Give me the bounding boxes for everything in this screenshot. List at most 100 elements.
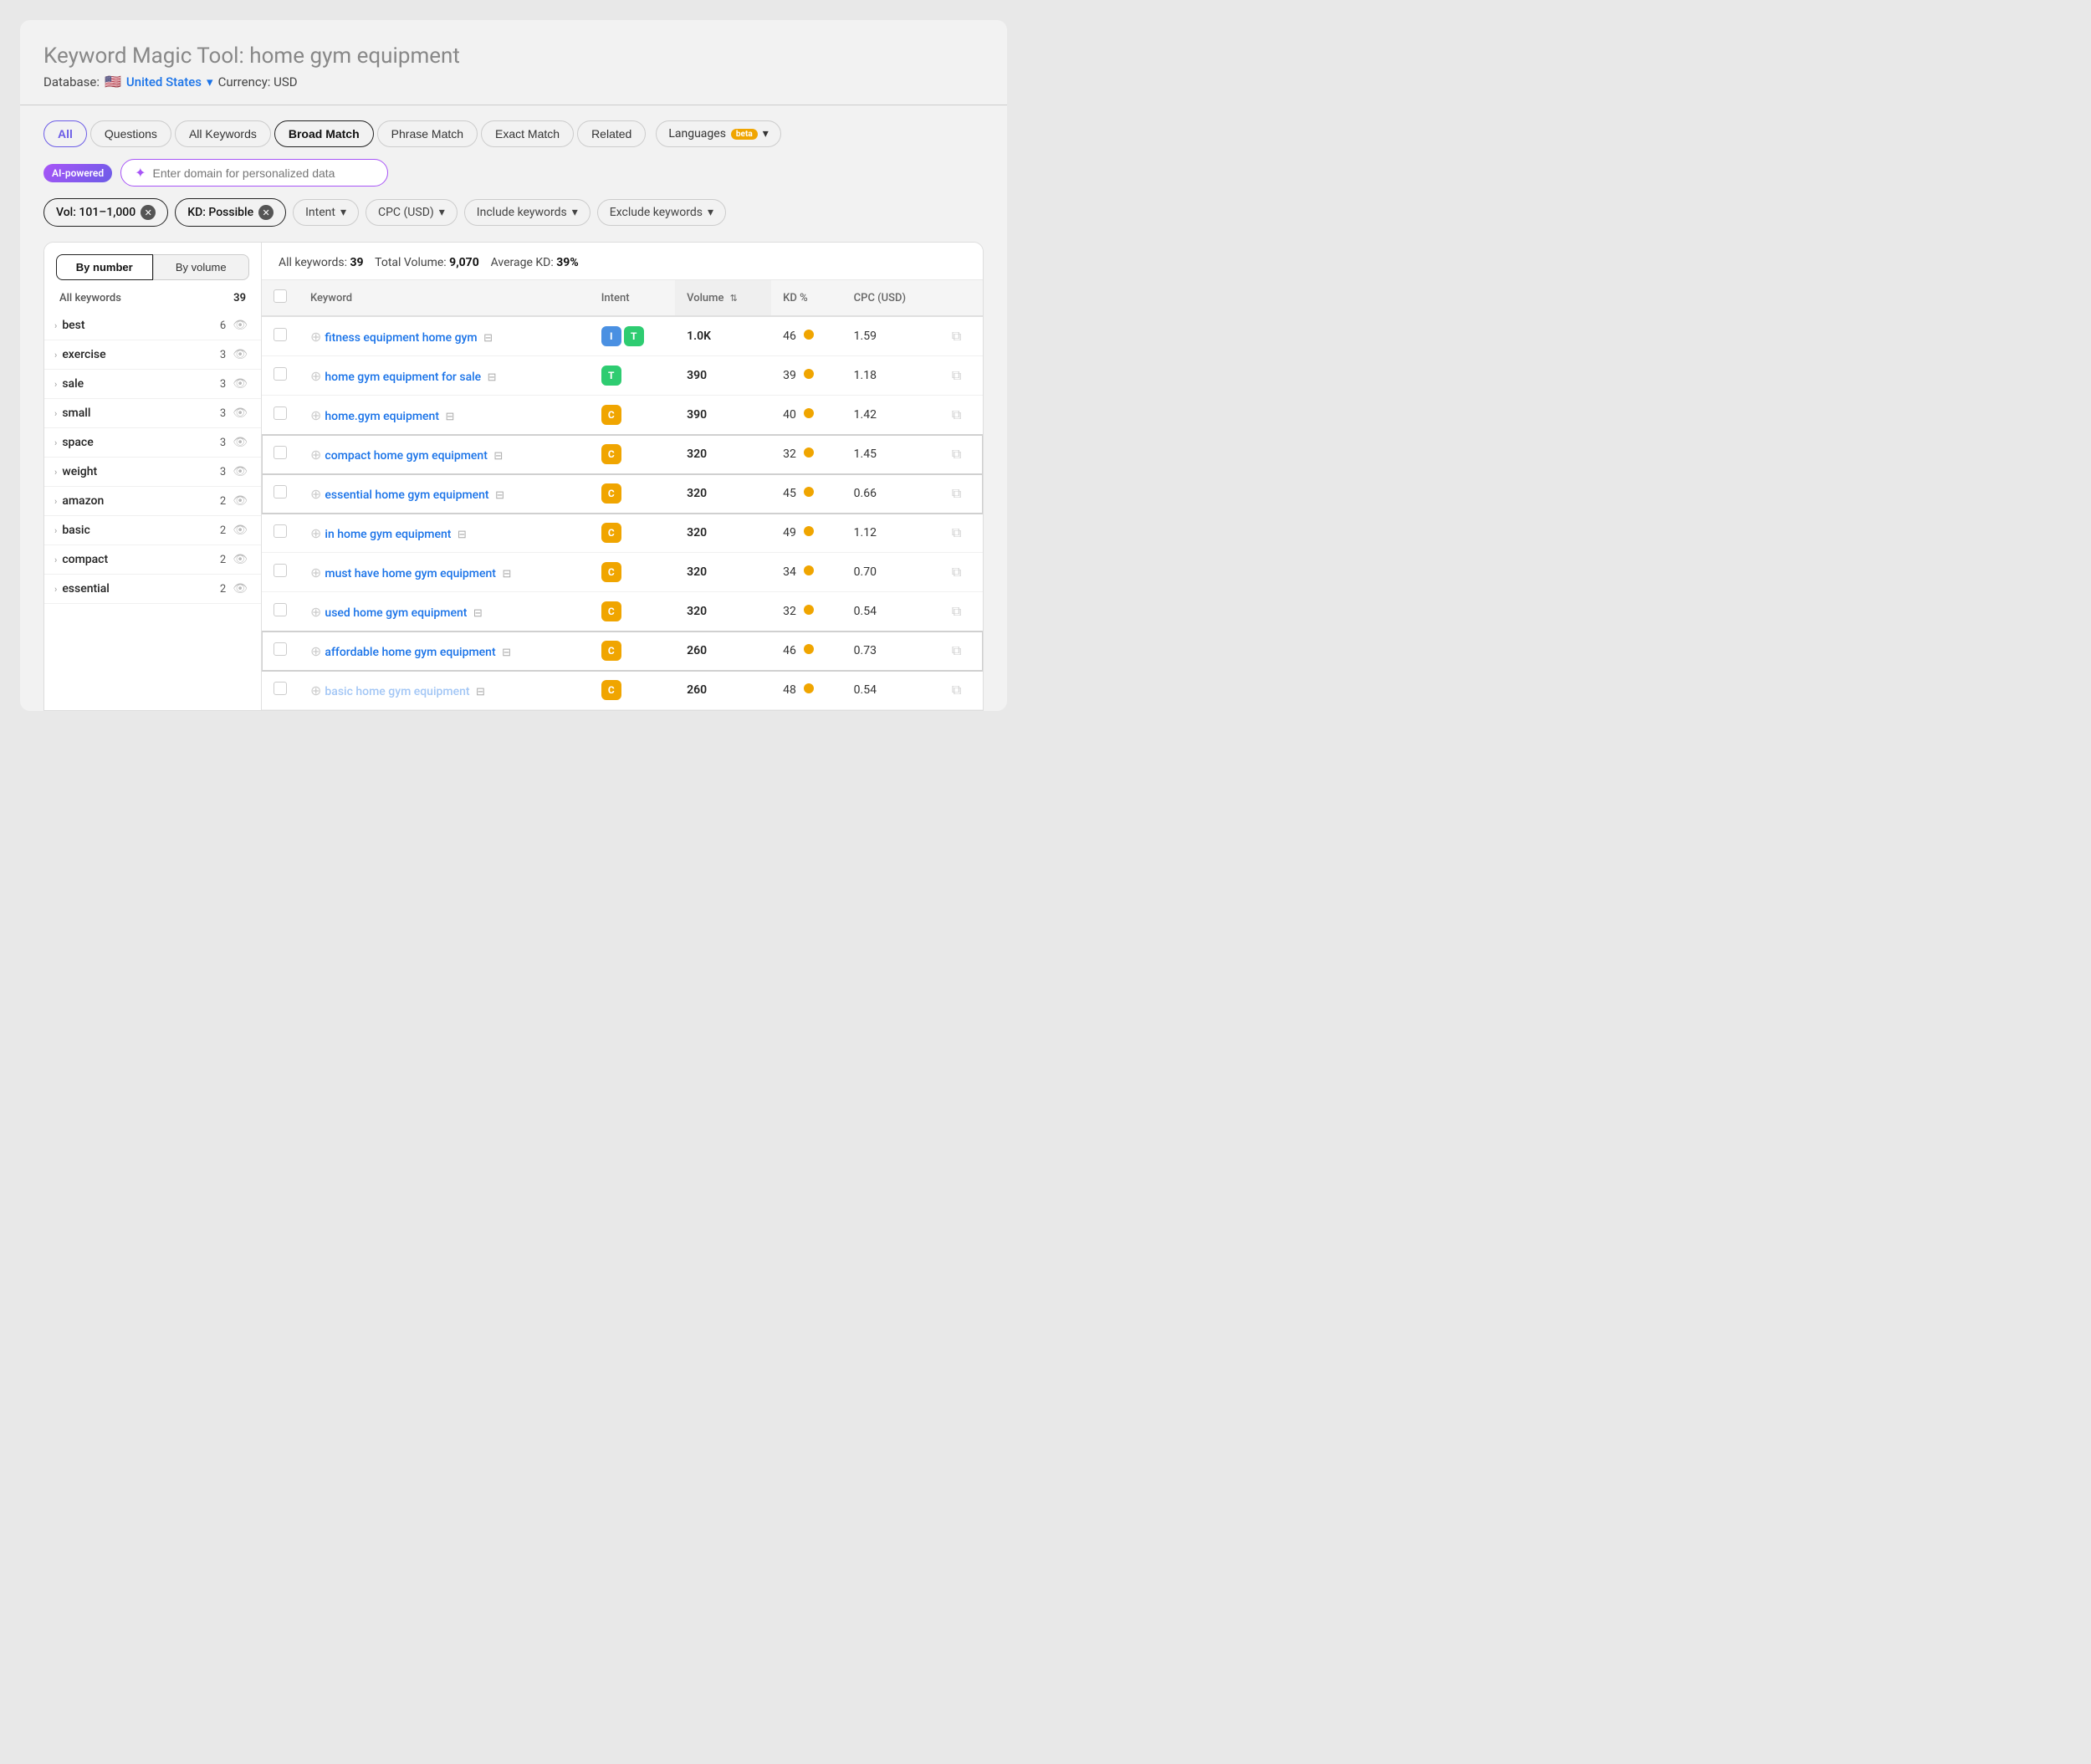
keyword-link[interactable]: fitness equipment home gym [325, 331, 477, 345]
eye-icon[interactable]: 👁 [233, 553, 248, 566]
cpc-filter-dropdown[interactable]: CPC (USD) ▾ [366, 199, 458, 226]
tab-broad-match[interactable]: Broad Match [274, 120, 374, 147]
row-action-icon[interactable]: ⧉ [952, 524, 961, 540]
intent-filter-dropdown[interactable]: Intent ▾ [293, 199, 359, 226]
sidebar-keywords-count: 39 [233, 292, 246, 304]
cpc-cell: 1.18 [842, 356, 940, 396]
row-action-icon[interactable]: ⧉ [952, 682, 961, 698]
row-checkbox[interactable] [274, 524, 287, 538]
include-keywords-dropdown[interactable]: Include keywords ▾ [464, 199, 590, 226]
tab-related[interactable]: Related [577, 120, 646, 147]
intent-badges: C [601, 562, 663, 582]
volume-cell: 320 [675, 514, 771, 553]
keyword-link[interactable]: in home gym equipment [325, 528, 451, 541]
sidebar-item-space[interactable]: › space 3 👁 [44, 428, 261, 458]
th-volume[interactable]: Volume ⇅ [675, 280, 771, 316]
row-action-icon[interactable]: ⧉ [952, 406, 961, 422]
row-checkbox[interactable] [274, 603, 287, 616]
sidebar-item-best[interactable]: › best 6 👁 [44, 311, 261, 340]
eye-icon[interactable]: 👁 [233, 494, 248, 508]
volume-cell: 1.0K [675, 316, 771, 356]
keyword-link[interactable]: home.gym equipment [325, 410, 439, 423]
tab-questions[interactable]: Questions [90, 120, 171, 147]
row-checkbox[interactable] [274, 367, 287, 381]
row-action-icon[interactable]: ⧉ [952, 367, 961, 383]
table-view-icon: ⊟ [488, 371, 497, 384]
sidebar-item-essential[interactable]: › essential 2 👁 [44, 575, 261, 604]
table-row: ⊕affordable home gym equipment ⊟C26046 0… [262, 631, 983, 671]
sidebar-item-exercise[interactable]: › exercise 3 👁 [44, 340, 261, 370]
eye-icon[interactable]: 👁 [233, 377, 248, 391]
kd-cell: 39 [771, 356, 842, 396]
tab-all-keywords[interactable]: All Keywords [175, 120, 271, 147]
eye-icon[interactable]: 👁 [233, 465, 248, 478]
cpc-cell: 0.70 [842, 553, 940, 592]
intent-badges: C [601, 523, 663, 543]
database-country-link[interactable]: United States [126, 74, 202, 89]
eye-icon[interactable]: 👁 [233, 524, 248, 537]
row-action-icon[interactable]: ⧉ [952, 328, 961, 344]
cpc-cell: 1.42 [842, 396, 940, 435]
vol-filter-label: Vol: 101–1,000 [56, 206, 135, 219]
ai-domain-input-wrap[interactable]: ✦ [120, 159, 388, 187]
sidebar-item-compact[interactable]: › compact 2 👁 [44, 545, 261, 575]
sort-by-volume-button[interactable]: By volume [153, 254, 250, 280]
keyword-link[interactable]: used home gym equipment [325, 606, 467, 620]
eye-icon[interactable]: 👁 [233, 582, 248, 596]
row-checkbox[interactable] [274, 485, 287, 499]
eye-icon[interactable]: 👁 [233, 406, 248, 420]
eye-icon[interactable]: 👁 [233, 319, 248, 332]
kd-dot [804, 408, 814, 418]
keyword-link[interactable]: basic home gym equipment [325, 685, 469, 698]
row-action-icon[interactable]: ⧉ [952, 603, 961, 619]
kd-cell: 32 [771, 435, 842, 474]
keyword-link[interactable]: home gym equipment for sale [325, 371, 481, 384]
row-checkbox[interactable] [274, 564, 287, 577]
tab-all[interactable]: All [43, 120, 87, 147]
main-content: By number By volume All keywords 39 › be… [43, 242, 984, 711]
sidebar-item-weight[interactable]: › weight 3 👁 [44, 458, 261, 487]
row-checkbox[interactable] [274, 446, 287, 459]
eye-icon[interactable]: 👁 [233, 348, 248, 361]
cpc-cell: 1.12 [842, 514, 940, 553]
eye-icon[interactable]: 👁 [233, 436, 248, 449]
add-icon: ⊕ [310, 329, 321, 345]
volume-cell: 260 [675, 671, 771, 710]
sort-by-number-button[interactable]: By number [56, 254, 153, 280]
row-checkbox[interactable] [274, 682, 287, 695]
sidebar: By number By volume All keywords 39 › be… [44, 243, 262, 710]
kd-cell: 45 [771, 474, 842, 514]
intent-badge-i: I [601, 326, 621, 346]
sidebar-item-small[interactable]: › small 3 👁 [44, 399, 261, 428]
select-all-checkbox[interactable] [274, 289, 287, 303]
languages-button[interactable]: Languages beta ▾ [656, 120, 780, 147]
intent-badges: C [601, 601, 663, 621]
keyword-link[interactable]: affordable home gym equipment [325, 646, 495, 659]
vol-filter-close[interactable]: ✕ [141, 205, 156, 220]
tab-phrase-match[interactable]: Phrase Match [377, 120, 478, 147]
row-checkbox[interactable] [274, 642, 287, 656]
kd-filter-close[interactable]: ✕ [258, 205, 274, 220]
sidebar-item-basic[interactable]: › basic 2 👁 [44, 516, 261, 545]
volume-sort-icon: ⇅ [730, 293, 738, 304]
row-action-icon[interactable]: ⧉ [952, 485, 961, 501]
sidebar-item-amazon[interactable]: › amazon 2 👁 [44, 487, 261, 516]
tab-exact-match[interactable]: Exact Match [481, 120, 574, 147]
vol-filter-chip[interactable]: Vol: 101–1,000 ✕ [43, 198, 168, 227]
ai-domain-input[interactable] [153, 166, 375, 180]
keyword-link[interactable]: must have home gym equipment [325, 567, 496, 580]
database-dropdown-icon[interactable]: ▾ [207, 74, 213, 89]
add-icon: ⊕ [310, 407, 321, 423]
add-icon: ⊕ [310, 447, 321, 463]
kd-filter-chip[interactable]: KD: Possible ✕ [175, 198, 286, 227]
row-action-icon[interactable]: ⧉ [952, 446, 961, 462]
keyword-link[interactable]: essential home gym equipment [325, 488, 488, 502]
row-action-icon[interactable]: ⧉ [952, 564, 961, 580]
sidebar-item-sale[interactable]: › sale 3 👁 [44, 370, 261, 399]
row-action-icon[interactable]: ⧉ [952, 642, 961, 658]
row-checkbox[interactable] [274, 328, 287, 341]
row-checkbox[interactable] [274, 406, 287, 420]
volume-cell: 320 [675, 553, 771, 592]
keyword-link[interactable]: compact home gym equipment [325, 449, 487, 463]
exclude-keywords-dropdown[interactable]: Exclude keywords ▾ [597, 199, 726, 226]
